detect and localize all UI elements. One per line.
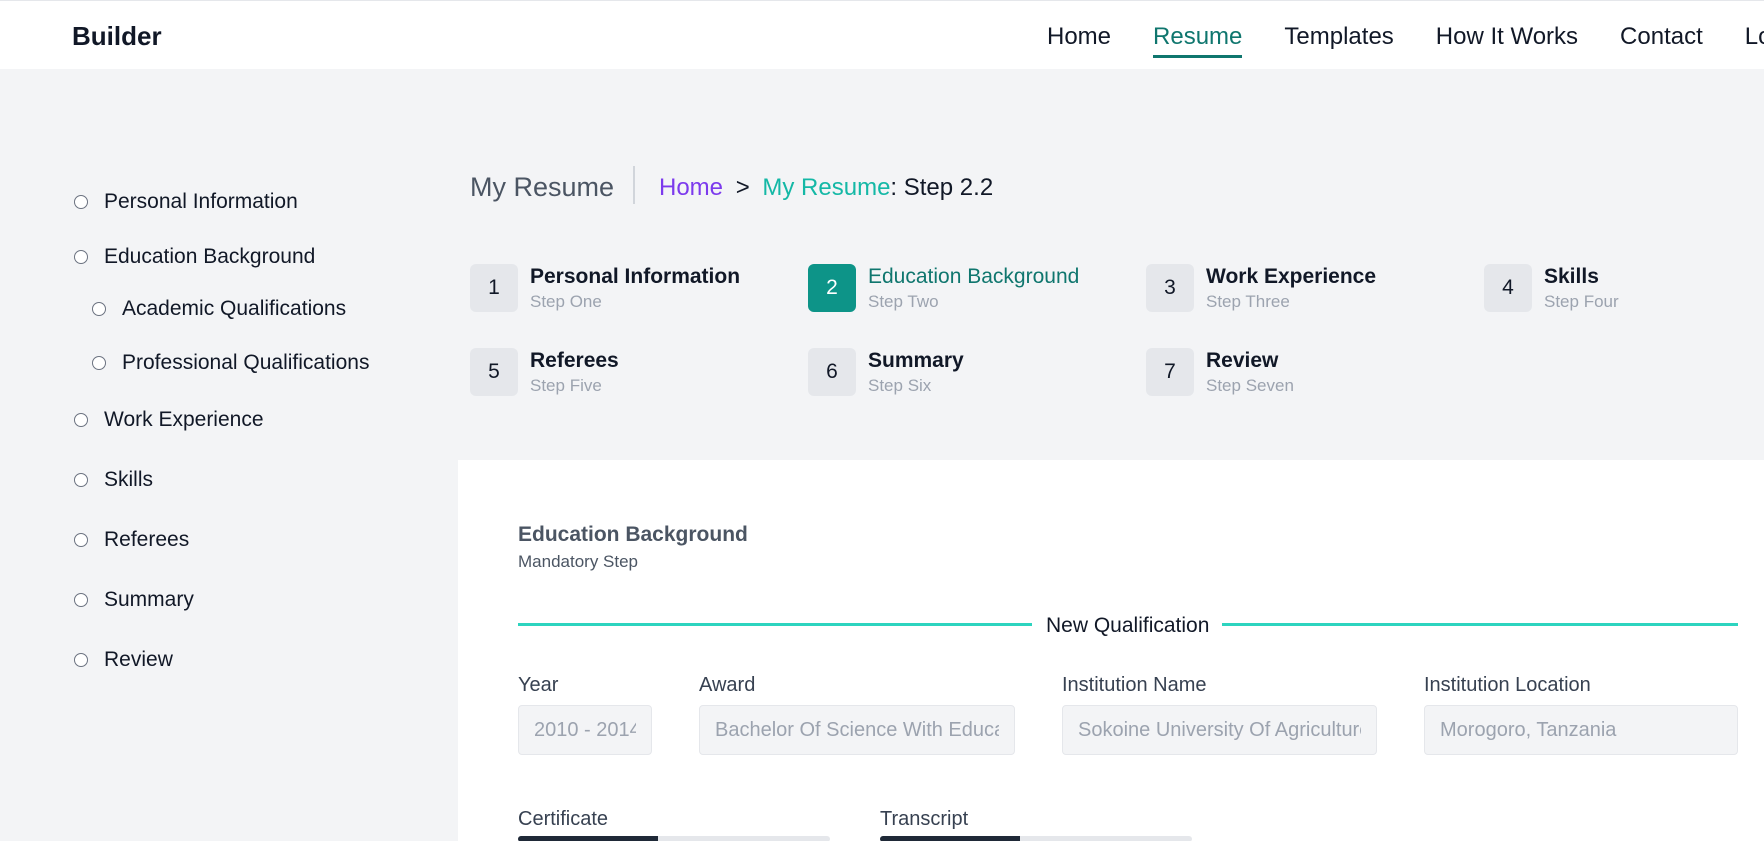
radio-icon[interactable]: [74, 653, 88, 667]
step-number: 1: [470, 264, 518, 312]
sidebar-item-label: Summary: [104, 588, 194, 611]
certificate-upload[interactable]: [518, 836, 830, 841]
step-number: 5: [470, 348, 518, 396]
step-subtitle: Step Six: [868, 376, 932, 395]
institution-location-field[interactable]: [1424, 705, 1738, 755]
step-6[interactable]: 6 Summary Step Six: [808, 348, 964, 398]
education-form-card: Education Background Mandatory Step New …: [458, 460, 1764, 841]
radio-icon[interactable]: [74, 195, 88, 209]
step-title: Review: [1206, 349, 1279, 372]
radio-icon[interactable]: [74, 533, 88, 547]
sidebar-item-label: Work Experience: [104, 408, 264, 431]
nav-login[interactable]: Log: [1745, 23, 1764, 58]
radio-icon[interactable]: [92, 356, 106, 370]
step-number: 4: [1484, 264, 1532, 312]
radio-icon[interactable]: [74, 250, 88, 264]
page-title: My Resume: [470, 172, 615, 202]
nav-resume[interactable]: Resume: [1153, 23, 1243, 58]
radio-icon[interactable]: [74, 593, 88, 607]
transcript-label: Transcript: [880, 808, 969, 830]
sidebar-item-summary[interactable]: Summary: [74, 570, 369, 630]
step-title: Personal Information: [530, 265, 741, 288]
step-7[interactable]: 7 Review Step Seven: [1146, 348, 1294, 398]
sidebar-item-referees[interactable]: Referees: [74, 510, 369, 570]
step-number: 7: [1146, 348, 1194, 396]
radio-icon[interactable]: [92, 302, 106, 316]
year-field[interactable]: [518, 705, 652, 755]
radio-icon[interactable]: [74, 413, 88, 427]
sidebar-item-label: Skills: [104, 468, 154, 491]
breadcrumb-separator: >: [735, 174, 750, 201]
brand-logo[interactable]: Builder: [72, 21, 162, 52]
step-title: Skills: [1544, 265, 1599, 288]
sidebar-item-label: Review: [104, 648, 173, 671]
institution-name-field[interactable]: [1062, 705, 1377, 755]
card-title: Education Background: [518, 523, 748, 546]
sidebar-item-label: Education Background: [104, 245, 316, 268]
sidebar-item-work-experience[interactable]: Work Experience: [74, 390, 369, 450]
step-title: Summary: [868, 349, 964, 372]
step-title: Referees: [530, 349, 619, 372]
main-nav: Home Resume Templates How It Works Conta…: [1047, 23, 1764, 58]
institution-name-label: Institution Name: [1062, 674, 1207, 696]
transcript-upload[interactable]: [880, 836, 1192, 841]
step-subtitle: Step Three: [1206, 292, 1290, 311]
step-number: 2: [808, 264, 856, 312]
step-title: Education Background: [868, 265, 1080, 288]
year-label: Year: [518, 674, 559, 696]
step-3[interactable]: 3 Work Experience Step Three: [1146, 264, 1376, 314]
breadcrumb-home-link[interactable]: Home: [659, 174, 723, 201]
sidebar-item-professional-qualifications[interactable]: Professional Qualifications: [74, 336, 369, 390]
step-subtitle: Step Four: [1544, 292, 1619, 311]
sidebar-item-label: Academic Qualifications: [122, 297, 347, 320]
sidebar-item-label: Professional Qualifications: [122, 351, 370, 374]
institution-location-label: Institution Location: [1424, 674, 1591, 696]
certificate-upload-button[interactable]: [518, 836, 659, 841]
step-subtitle: Step Two: [868, 292, 939, 311]
nav-templates[interactable]: Templates: [1284, 23, 1393, 58]
title-divider: [633, 166, 635, 204]
sidebar-item-personal-information[interactable]: Personal Information: [74, 172, 369, 232]
breadcrumb: Home > My Resume: Step 2.2: [659, 174, 993, 202]
sidebar-item-label: Personal Information: [104, 190, 298, 213]
sidebar-item-academic-qualifications[interactable]: Academic Qualifications: [74, 282, 369, 336]
award-label: Award: [699, 674, 756, 696]
card-subtitle: Mandatory Step: [518, 552, 639, 571]
step-number: 3: [1146, 264, 1194, 312]
step-5[interactable]: 5 Referees Step Five: [470, 348, 619, 398]
section-heading: New Qualification: [1046, 614, 1210, 637]
step-2[interactable]: 2 Education Background Step Two: [808, 264, 1079, 314]
step-subtitle: Step One: [530, 292, 602, 311]
breadcrumb-step-label: : Step 2.2: [890, 174, 994, 201]
transcript-upload-button[interactable]: [880, 836, 1021, 841]
breadcrumb-current-link[interactable]: My Resume: [762, 174, 890, 201]
sidebar-item-label: Referees: [104, 528, 190, 551]
section-divider-left: [518, 623, 1032, 626]
sidebar-item-education-background[interactable]: Education Background: [74, 232, 369, 282]
certificate-label: Certificate: [518, 808, 609, 830]
step-title: Work Experience: [1206, 265, 1377, 288]
nav-home[interactable]: Home: [1047, 23, 1111, 58]
radio-icon[interactable]: [74, 473, 88, 487]
top-navbar: Builder Home Resume Templates How It Wor…: [0, 0, 1764, 69]
step-subtitle: Step Five: [530, 376, 602, 395]
sidebar-item-skills[interactable]: Skills: [74, 450, 369, 510]
section-divider-right: [1222, 623, 1738, 626]
nav-how-it-works[interactable]: How It Works: [1436, 23, 1578, 58]
step-number: 6: [808, 348, 856, 396]
sidebar-item-review[interactable]: Review: [74, 630, 369, 690]
sidebar: Personal Information Education Backgroun…: [74, 172, 369, 690]
step-1[interactable]: 1 Personal Information Step One: [470, 264, 740, 314]
step-subtitle: Step Seven: [1206, 376, 1294, 395]
award-field[interactable]: [699, 705, 1015, 755]
nav-contact[interactable]: Contact: [1620, 23, 1703, 58]
step-4[interactable]: 4 Skills Step Four: [1484, 264, 1619, 314]
